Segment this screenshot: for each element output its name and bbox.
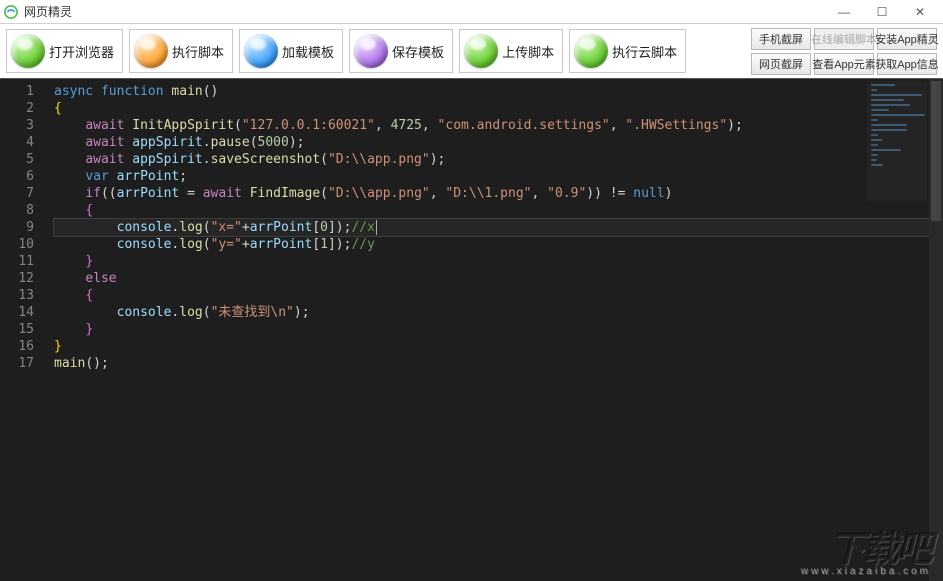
orb-icon (464, 34, 498, 68)
window-titlebar: 网页精灵 — ☐ ✕ (0, 0, 943, 24)
toolbar-button-label: 打开浏览器 (49, 42, 114, 61)
watermark-text: 下载吧 (829, 531, 931, 567)
line-number: 6 (0, 168, 34, 185)
line-number: 15 (0, 321, 34, 338)
orb-icon (354, 34, 388, 68)
toolbar-button-0[interactable]: 打开浏览器 (6, 29, 123, 73)
editor-gutter: 1234567891011121314151617 (0, 79, 44, 581)
line-number: 5 (0, 151, 34, 168)
code-editor[interactable]: 1234567891011121314151617 async function… (0, 78, 943, 581)
line-number: 4 (0, 134, 34, 151)
line-number: 13 (0, 287, 34, 304)
editor-minimap[interactable] (867, 81, 927, 201)
code-line[interactable]: main(); (54, 355, 943, 372)
toolbar-button-label: 执行脚本 (172, 42, 224, 61)
code-line[interactable]: async function main() (54, 83, 943, 100)
line-number: 3 (0, 117, 34, 134)
side-button-1: 在线编辑脚本 (814, 28, 874, 50)
code-line[interactable]: { (54, 100, 943, 117)
line-number: 16 (0, 338, 34, 355)
code-line[interactable]: { (54, 202, 943, 219)
toolbar-button-5[interactable]: 执行云脚本 (569, 29, 686, 73)
code-line[interactable]: console.log("未查找到\n"); (54, 304, 943, 321)
code-line[interactable]: console.log("x="+arrPoint[0]);//x (54, 219, 943, 236)
editor-scrollbar-vertical[interactable] (929, 79, 943, 581)
window-minimize-button[interactable]: — (825, 1, 863, 23)
main-toolbar: 打开浏览器 执行脚本 加载模板 保存模板 上传脚本 执行云脚本 手机截屏在线编辑脚本安装A… (0, 24, 943, 78)
code-line[interactable]: console.log("y="+arrPoint[1]);//y (54, 236, 943, 253)
toolbar-button-3[interactable]: 保存模板 (349, 29, 453, 73)
toolbar-button-label: 执行云脚本 (612, 42, 677, 61)
line-number: 10 (0, 236, 34, 253)
editor-content[interactable]: async function main(){ await InitAppSpir… (44, 79, 943, 581)
toolbar-button-1[interactable]: 执行脚本 (129, 29, 233, 73)
code-line[interactable]: { (54, 287, 943, 304)
line-number: 1 (0, 83, 34, 100)
line-number: 8 (0, 202, 34, 219)
orb-icon (244, 34, 278, 68)
line-number: 11 (0, 253, 34, 270)
line-number: 9 (0, 219, 34, 236)
window-close-button[interactable]: ✕ (901, 1, 939, 23)
line-number: 12 (0, 270, 34, 287)
toolbar-button-label: 上传脚本 (502, 42, 554, 61)
code-line[interactable]: await InitAppSpirit("127.0.0.1:60021", 4… (54, 117, 943, 134)
side-button-0[interactable]: 手机截屏 (751, 28, 811, 50)
line-number: 2 (0, 100, 34, 117)
code-line[interactable]: await appSpirit.pause(5000); (54, 134, 943, 151)
code-line[interactable]: await appSpirit.saveScreenshot("D:\\app.… (54, 151, 943, 168)
watermark: 下载吧 www.xiazaiba.com (801, 531, 931, 577)
app-logo-icon (4, 5, 18, 19)
orb-icon (11, 34, 45, 68)
side-button-2[interactable]: 安装App精灵 (877, 28, 937, 50)
window-title: 网页精灵 (24, 3, 825, 20)
toolbar-button-label: 加载模板 (282, 42, 334, 61)
side-button-5[interactable]: 获取App信息 (877, 53, 937, 75)
line-number: 17 (0, 355, 34, 372)
toolbar-button-4[interactable]: 上传脚本 (459, 29, 563, 73)
line-number: 7 (0, 185, 34, 202)
watermark-url: www.xiazaiba.com (801, 567, 931, 577)
side-button-4[interactable]: 查看App元素 (814, 53, 874, 75)
code-line[interactable]: } (54, 338, 943, 355)
toolbar-button-label: 保存模板 (392, 42, 444, 61)
code-line[interactable]: } (54, 321, 943, 338)
code-line[interactable]: } (54, 253, 943, 270)
side-button-3[interactable]: 网页截屏 (751, 53, 811, 75)
orb-icon (134, 34, 168, 68)
code-line[interactable]: if((arrPoint = await FindImage("D:\\app.… (54, 185, 943, 202)
line-number: 14 (0, 304, 34, 321)
code-line[interactable]: else (54, 270, 943, 287)
orb-icon (574, 34, 608, 68)
code-line[interactable]: var arrPoint; (54, 168, 943, 185)
window-maximize-button[interactable]: ☐ (863, 1, 901, 23)
toolbar-button-2[interactable]: 加载模板 (239, 29, 343, 73)
